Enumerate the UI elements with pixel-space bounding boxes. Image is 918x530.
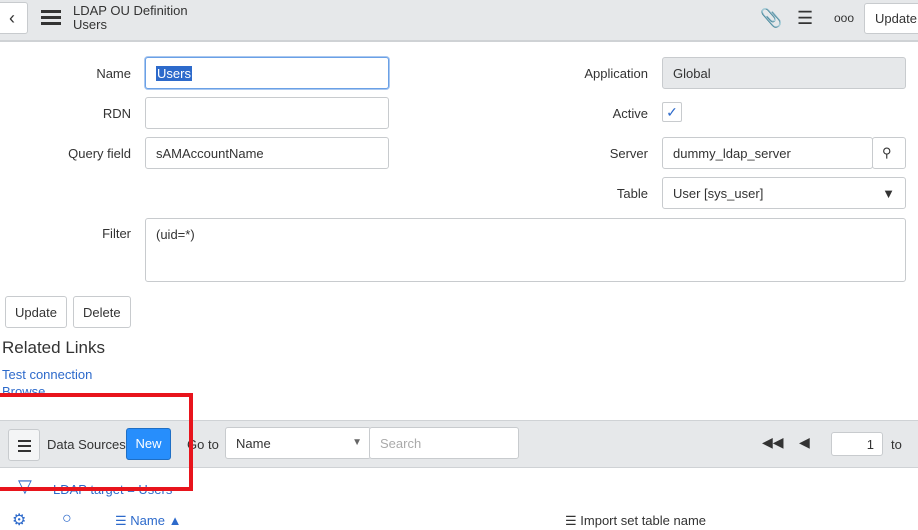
search-input[interactable]: Search [369,427,519,459]
browse-link[interactable]: Browse [2,384,45,397]
name-value: Users [156,66,192,81]
paperclip-icon[interactable]: 📎 [760,8,782,29]
update-button[interactable]: Update [5,296,67,328]
gear-icon[interactable]: ⚙ [12,510,26,530]
goto-field-select[interactable]: Name ▼ [225,427,371,459]
chevron-down-icon: ▼ [882,186,895,201]
table-label: Table [616,186,648,201]
filter-icon[interactable]: ▽ [18,476,32,497]
rdn-field[interactable] [145,97,389,129]
form-header: ‹ LDAP OU Definition Users 📎 ☰ ooo Updat… [0,0,918,42]
filter-label: Filter [102,226,131,241]
active-checkbox[interactable]: ✓ [662,102,682,122]
settings-sliders-icon[interactable]: ☰ [797,8,813,29]
goto-label: Go to [187,437,219,452]
server-field[interactable]: dummy_ldap_server [662,137,873,169]
table-select[interactable]: User [sys_user] ▼ [662,177,906,209]
search-icon[interactable]: ○ [62,510,72,528]
first-page-icon[interactable]: ◀◀ [762,434,784,451]
menu-icon [18,440,31,455]
active-label: Active [612,106,648,121]
update-button-header[interactable]: Update [864,3,918,34]
rdn-label: RDN [102,106,131,121]
goto-field-value: Name [236,436,271,451]
menu-icon[interactable] [41,10,61,28]
related-links-title: Related Links [2,338,106,357]
page-input[interactable]: 1 [831,432,883,456]
previous-page-icon[interactable]: ◀ [799,434,810,451]
search-icon: ⚲ [882,145,892,160]
filter-textarea[interactable]: (uid=*) [145,218,906,282]
column-import-header[interactable]: ☰ Import set table name [565,513,706,529]
server-lookup-button[interactable]: ⚲ [872,137,906,169]
list-menu-button[interactable] [8,429,40,461]
delete-button[interactable]: Delete [73,296,131,328]
name-field[interactable]: Users [145,57,389,89]
name-label: Name [96,66,131,81]
header-subtitle: Users [73,17,107,32]
test-connection-link[interactable]: Test connection [2,367,92,382]
filter-breadcrumb[interactable]: LDAP target = Users [53,482,172,497]
more-icon[interactable]: ooo [834,11,854,25]
to-label: to [891,437,902,452]
list-title: Data Sources [47,437,126,452]
application-field: Global [662,57,906,89]
application-label: Application [584,66,648,81]
query-field-input[interactable]: sAMAccountName [145,137,389,169]
table-value: User [sys_user] [673,186,764,201]
query-field-label: Query field [68,146,131,161]
server-label: Server [609,146,648,161]
back-button[interactable]: ‹ [0,2,28,34]
header-title: LDAP OU Definition [73,3,188,18]
chevron-down-icon: ▼ [352,437,362,448]
new-button[interactable]: New [126,428,171,460]
column-name-header[interactable]: ☰ Name ▲ [115,513,181,529]
